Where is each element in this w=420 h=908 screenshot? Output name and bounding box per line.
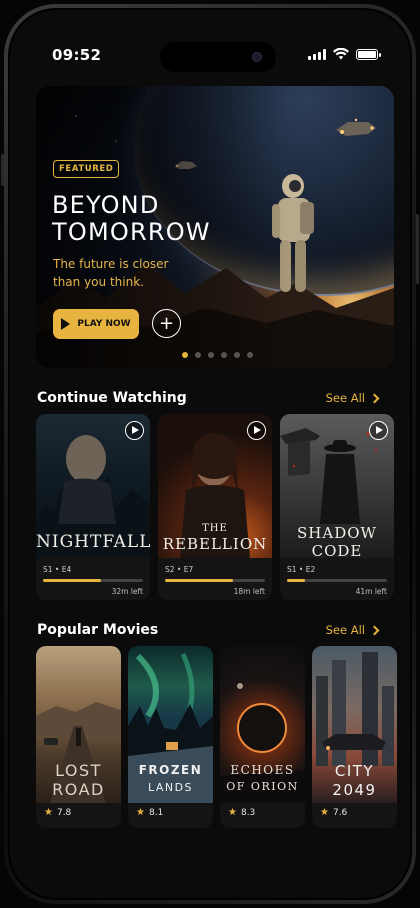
dynamic-island <box>160 42 276 72</box>
rating-value: 8.1 <box>148 807 164 818</box>
progress-bar <box>165 579 265 582</box>
star-icon: ★ <box>228 807 237 818</box>
star-icon: ★ <box>44 807 53 818</box>
continue-watching-list: NIGHTFALL S1 • E4 32m left THE REBELLION… <box>36 414 394 600</box>
carousel-indicator[interactable] <box>182 352 253 358</box>
camera-icon <box>252 52 262 62</box>
movie-title-line-2: ROAD <box>52 780 105 799</box>
play-icon[interactable] <box>125 421 144 440</box>
play-icon[interactable] <box>247 421 266 440</box>
plus-icon: + <box>158 312 175 334</box>
poster-image <box>128 646 213 803</box>
card-title-line-2: CODE <box>311 542 363 560</box>
poster-artwork <box>128 652 213 803</box>
status-bar: 09:52 <box>10 10 410 72</box>
progress-fill <box>43 579 101 582</box>
popular-movies-see-all[interactable]: See All <box>325 623 380 637</box>
star-icon: ★ <box>136 807 145 818</box>
time-left: 41m left <box>355 587 387 596</box>
carousel-dot[interactable] <box>221 352 227 358</box>
battery-icon <box>356 48 381 60</box>
movie-rating: ★ 8.3 <box>228 807 255 818</box>
rating-value: 7.6 <box>332 807 348 818</box>
movie-title-line-2: OF ORION <box>226 780 299 793</box>
see-all-label: See All <box>325 623 365 637</box>
chevron-right-icon <box>369 393 380 403</box>
carousel-dot[interactable] <box>195 352 201 358</box>
movie-title-line-1: CITY <box>334 762 375 780</box>
movie-rating: ★ 8.1 <box>136 807 163 818</box>
episode-label: S1 • E4 <box>43 565 72 574</box>
featured-hero-banner[interactable]: FEATURED BEYOND TOMORROW The future is c… <box>36 86 394 368</box>
cellular-signal-icon <box>308 48 326 60</box>
see-all-label: See All <box>325 391 365 405</box>
movie-title-line-2: 2049 <box>332 781 377 799</box>
progress-fill <box>287 579 305 582</box>
movie-card-lost-road[interactable]: LOST ROAD ★ 7.8 <box>36 646 121 828</box>
featured-badge: FEATURED <box>53 160 120 178</box>
progress-fill <box>165 579 233 582</box>
play-now-button[interactable]: PLAY NOW <box>53 309 139 339</box>
time-left: 32m left <box>111 587 143 596</box>
hero-title-line-2: TOMORROW <box>52 218 211 246</box>
star-icon: ★ <box>320 807 329 818</box>
movie-card-city-2049[interactable]: CITY 2049 ★ 7.6 <box>312 646 397 828</box>
episode-label: S1 • E2 <box>287 565 316 574</box>
card-title-line-2: REBELLION <box>162 535 268 553</box>
continue-watching-heading: Continue Watching <box>37 390 187 406</box>
movie-title-line-1: FROZEN <box>138 763 203 777</box>
rating-value: 7.8 <box>56 807 72 818</box>
continue-watching-see-all[interactable]: See All <box>325 391 380 405</box>
wifi-icon <box>333 48 349 60</box>
continue-card-nightfall[interactable]: NIGHTFALL S1 • E4 32m left <box>36 414 150 600</box>
movie-rating: ★ 7.6 <box>320 807 347 818</box>
progress-bar <box>43 579 143 582</box>
hero-title: BEYOND TOMORROW <box>52 192 252 246</box>
movie-card-echoes-of-orion[interactable]: ECHOES OF ORION ★ 8.3 <box>220 646 305 828</box>
carousel-dot[interactable] <box>182 352 188 358</box>
movie-title-line-1: LOST <box>55 761 102 780</box>
carousel-dot[interactable] <box>247 352 253 358</box>
card-title-line-1: THE <box>202 523 228 534</box>
carousel-dot[interactable] <box>208 352 214 358</box>
app-screen: 09:52 FEATURED BEYOND TOMORROW The futur… <box>8 8 412 900</box>
card-title-line-1: SHADOW <box>297 524 377 542</box>
progress-bar <box>287 579 387 582</box>
time-left: 18m left <box>233 587 265 596</box>
hero-title-line-1: BEYOND <box>52 191 160 219</box>
chevron-right-icon <box>369 625 380 635</box>
add-to-list-button[interactable]: + <box>152 309 181 338</box>
movie-title-line-1: ECHOES <box>230 763 295 777</box>
phone-frame: 09:52 FEATURED BEYOND TOMORROW The futur… <box>1 4 419 904</box>
continue-card-the-rebellion[interactable]: THE REBELLION S2 • E7 18m left <box>158 414 272 600</box>
card-title: NIGHTFALL <box>36 532 150 552</box>
play-icon[interactable] <box>369 421 388 440</box>
movie-title-line-2: LANDS <box>147 781 194 794</box>
rating-value: 8.3 <box>240 807 256 818</box>
episode-label: S2 • E7 <box>165 565 194 574</box>
continue-card-shadow-code[interactable]: SHADOW CODE S1 • E2 41m left <box>280 414 394 600</box>
play-now-label: PLAY NOW <box>77 319 131 329</box>
carousel-dot[interactable] <box>234 352 240 358</box>
movie-rating: ★ 7.8 <box>44 807 71 818</box>
popular-movies-heading: Popular Movies <box>37 622 159 638</box>
status-icons <box>308 48 381 60</box>
play-icon <box>61 318 71 330</box>
popular-movies-list: LOST ROAD ★ 7.8 FROZEN LANDS ★ 8.1 ECHOES … <box>36 646 397 828</box>
status-time: 09:52 <box>52 46 102 64</box>
hero-subtitle: The future is closer than you think. <box>53 257 169 289</box>
movie-card-frozen-lands[interactable]: FROZEN LANDS ★ 8.1 <box>128 646 213 828</box>
